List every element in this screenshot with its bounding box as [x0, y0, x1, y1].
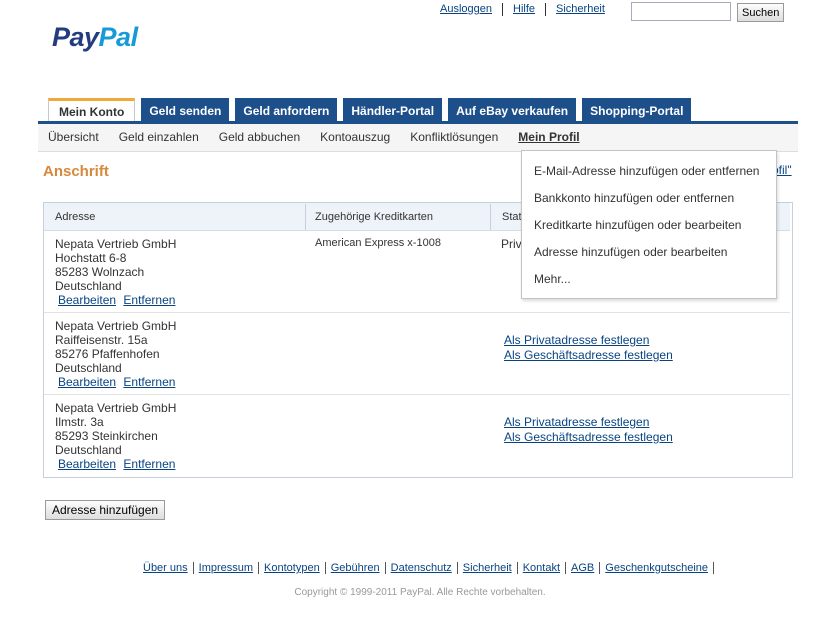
table-row: Nepata Vertrieb GmbH Ilmstr. 3a 85293 St…: [55, 401, 179, 471]
address-line: 85293 Steinkirchen: [55, 429, 158, 443]
footer-links: Über uns Impressum Kontotypen Gebühren D…: [143, 562, 714, 574]
remove-link[interactable]: Entfernen: [123, 457, 175, 471]
table-row: Nepata Vertrieb GmbH Hochstatt 6-8 85283…: [55, 237, 179, 307]
header-separator: [305, 204, 306, 230]
copyright: Copyright © 1999-2011 PayPal. Alle Recht…: [294, 587, 546, 598]
address-line: 85283 Wolnzach: [55, 265, 145, 279]
address-line: Ilmstr. 3a: [55, 415, 104, 429]
address-line: Deutschland: [55, 361, 122, 375]
footer-link-account-types[interactable]: Kontotypen: [259, 562, 326, 574]
logo-pal: Pal: [98, 22, 139, 52]
remove-link[interactable]: Entfernen: [123, 375, 175, 389]
menu-item-creditcard[interactable]: Kreditkarte hinzufügen oder bearbeiten: [534, 218, 741, 232]
header-status: Stat: [502, 211, 522, 223]
footer-link-fees[interactable]: Gebühren: [326, 562, 386, 574]
address-line: Hochstatt 6-8: [55, 251, 127, 265]
address-line: Nepata Vertrieb GmbH: [55, 319, 177, 333]
set-business-link[interactable]: Als Geschäftsadresse festlegen: [504, 430, 673, 444]
security-link[interactable]: Sicherheit: [545, 3, 615, 16]
credit-card: American Express x-1008: [315, 237, 441, 249]
menu-item-address[interactable]: Adresse hinzufügen oder bearbeiten: [534, 245, 727, 259]
status-text: Priv: [501, 237, 522, 251]
footer-link-gift-cards[interactable]: Geschenkgutscheine: [600, 562, 714, 574]
footer-link-imprint[interactable]: Impressum: [194, 562, 260, 574]
set-private-link[interactable]: Als Privatadresse festlegen: [504, 415, 649, 429]
menu-item-bank[interactable]: Bankkonto hinzufügen oder entfernen: [534, 191, 734, 205]
paypal-logo[interactable]: PayPal: [52, 22, 138, 53]
footer-link-contact[interactable]: Kontakt: [518, 562, 567, 574]
remove-link[interactable]: Entfernen: [123, 293, 175, 307]
row-separator: [44, 312, 790, 313]
address-line: Raiffeisenstr. 15a: [55, 333, 148, 347]
set-address-links: Als Privatadresse festlegen Als Geschäft…: [504, 415, 673, 445]
address-line: Nepata Vertrieb GmbH: [55, 237, 177, 251]
logo-pay: Pay: [52, 22, 99, 52]
tab-ebay-verkaufen[interactable]: Auf eBay verkaufen: [448, 98, 577, 122]
header-separator: [490, 204, 491, 230]
subnav-konfliktloesungen[interactable]: Konfliktlösungen: [410, 130, 498, 144]
footer-link-privacy[interactable]: Datenschutz: [386, 562, 458, 574]
tab-haendler-portal[interactable]: Händler-Portal: [343, 98, 443, 122]
footer-link-about[interactable]: Über uns: [143, 562, 194, 574]
add-address-button[interactable]: Adresse hinzufügen: [45, 500, 166, 520]
edit-link[interactable]: Bearbeiten: [58, 375, 116, 389]
header-cards: Zugehörige Kreditkarten: [315, 211, 434, 223]
main-tabs: Mein Konto Geld senden Geld anfordern Hä…: [48, 98, 697, 123]
header-address: Adresse: [55, 211, 96, 223]
subnav: Übersicht Geld einzahlen Geld abbuchen K…: [48, 130, 600, 144]
subnav-geld-einzahlen[interactable]: Geld einzahlen: [119, 130, 199, 144]
address-line: Deutschland: [55, 279, 122, 293]
table-row: Nepata Vertrieb GmbH Raiffeisenstr. 15a …: [55, 319, 179, 389]
address-line: Nepata Vertrieb GmbH: [55, 401, 177, 415]
tab-mein-konto[interactable]: Mein Konto: [48, 98, 136, 123]
address-line: 85276 Pfaffenhofen: [55, 347, 160, 361]
edit-link[interactable]: Bearbeiten: [58, 457, 116, 471]
menu-item-more[interactable]: Mehr...: [534, 272, 571, 286]
set-address-links: Als Privatadresse festlegen Als Geschäft…: [504, 333, 673, 363]
top-links: Ausloggen Hilfe Sicherheit: [440, 3, 615, 16]
subnav-mein-profil[interactable]: Mein Profil: [518, 130, 579, 144]
tab-shopping-portal[interactable]: Shopping-Portal: [582, 98, 692, 122]
menu-item-email[interactable]: E-Mail-Adresse hinzufügen oder entfernen: [534, 164, 759, 178]
address-line: Deutschland: [55, 443, 122, 457]
row-separator: [44, 394, 790, 395]
set-business-link[interactable]: Als Geschäftsadresse festlegen: [504, 348, 673, 362]
footer-link-terms[interactable]: AGB: [566, 562, 601, 574]
subnav-kontoauszug[interactable]: Kontoauszug: [320, 130, 390, 144]
tab-geld-senden[interactable]: Geld senden: [141, 98, 230, 122]
search-button[interactable]: Suchen: [737, 3, 785, 22]
tab-geld-anfordern[interactable]: Geld anfordern: [235, 98, 338, 122]
footer-link-security[interactable]: Sicherheit: [458, 562, 518, 574]
search-input[interactable]: [631, 2, 731, 21]
row-actions: Bearbeiten Entfernen: [55, 457, 179, 471]
help-link[interactable]: Hilfe: [502, 3, 545, 16]
subnav-geld-abbuchen[interactable]: Geld abbuchen: [219, 130, 300, 144]
row-actions: Bearbeiten Entfernen: [55, 293, 179, 307]
logout-link[interactable]: Ausloggen: [440, 3, 502, 16]
row-actions: Bearbeiten Entfernen: [55, 375, 179, 389]
subnav-uebersicht[interactable]: Übersicht: [48, 130, 99, 144]
page-title: Anschrift: [43, 163, 109, 180]
set-private-link[interactable]: Als Privatadresse festlegen: [504, 333, 649, 347]
edit-link[interactable]: Bearbeiten: [58, 293, 116, 307]
